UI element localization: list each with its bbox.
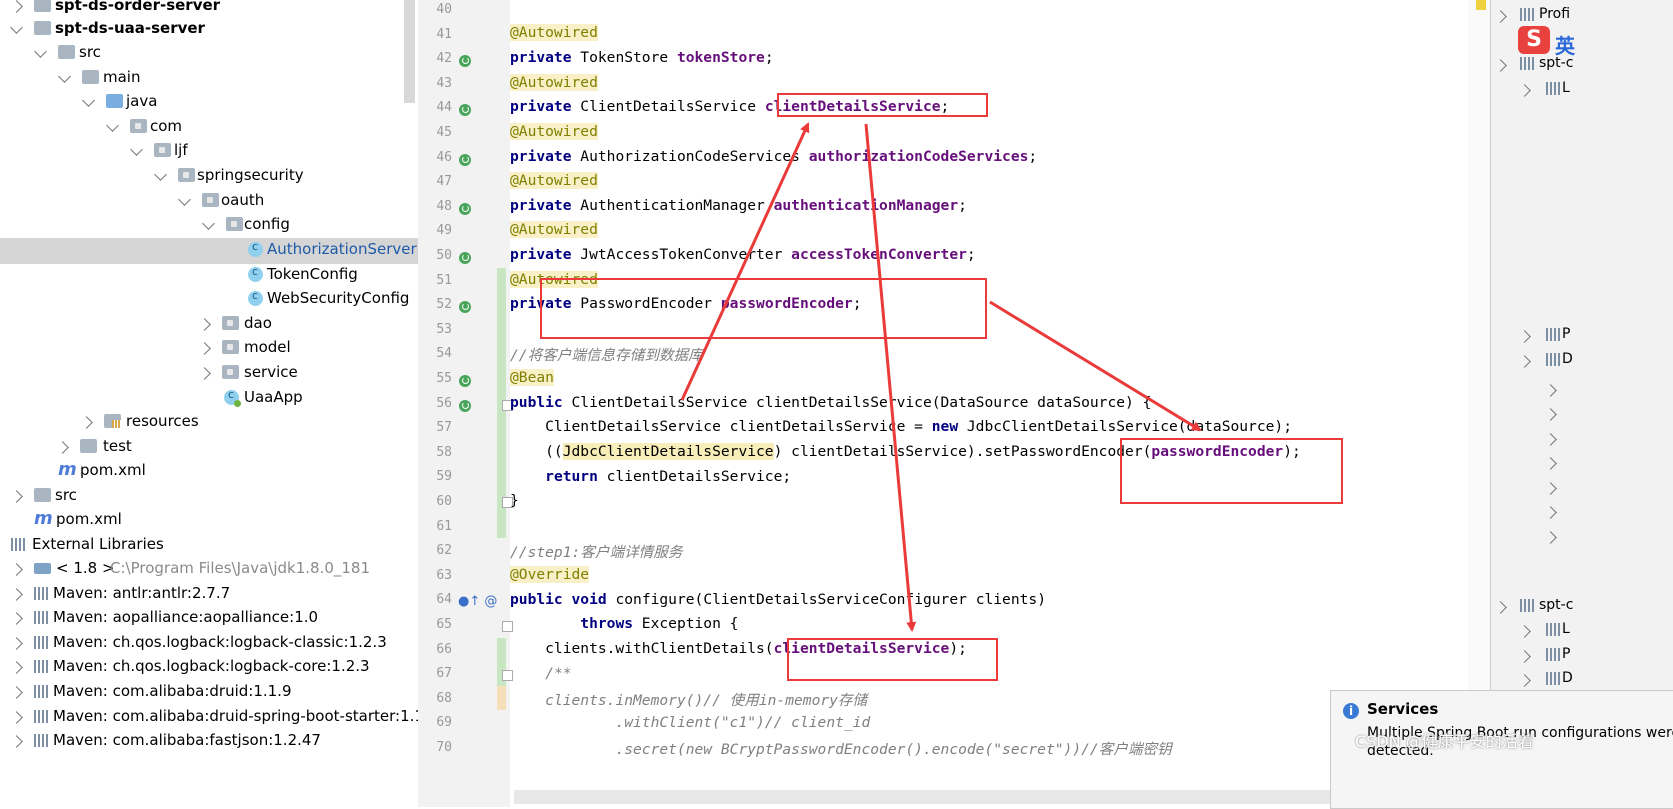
maven-panel-item[interactable]: L — [1562, 621, 1570, 637]
maven-panel-item[interactable]: Profi — [1539, 6, 1570, 22]
maven-panel-item[interactable]: L — [1562, 80, 1570, 96]
maven-module-icon — [1546, 648, 1560, 661]
maven-module-icon — [1546, 672, 1560, 685]
maven-module-icon — [1546, 623, 1560, 636]
maven-module-icon — [1520, 57, 1534, 70]
arrow-method-to-field — [680, 122, 810, 401]
maven-module-icon — [1546, 82, 1560, 95]
annotation-arrows — [680, 122, 1202, 632]
maven-module-icon — [1546, 328, 1560, 341]
maven-panel-item[interactable]: spt-c — [1539, 597, 1573, 613]
maven-panel-item[interactable]: P — [1562, 646, 1570, 662]
arrow-field-to-usage — [864, 123, 917, 632]
maven-panel-item[interactable]: P — [1562, 326, 1570, 342]
maven-panel-item[interactable]: spt-c — [1539, 55, 1573, 71]
maven-module-icon — [1520, 599, 1534, 612]
maven-panel-item[interactable]: D — [1562, 351, 1573, 367]
arrow-encoder-to-usage — [989, 300, 1202, 432]
maven-module-icon — [1546, 353, 1560, 366]
maven-panel-item[interactable]: D — [1562, 670, 1573, 686]
maven-module-icon — [1520, 8, 1534, 21]
